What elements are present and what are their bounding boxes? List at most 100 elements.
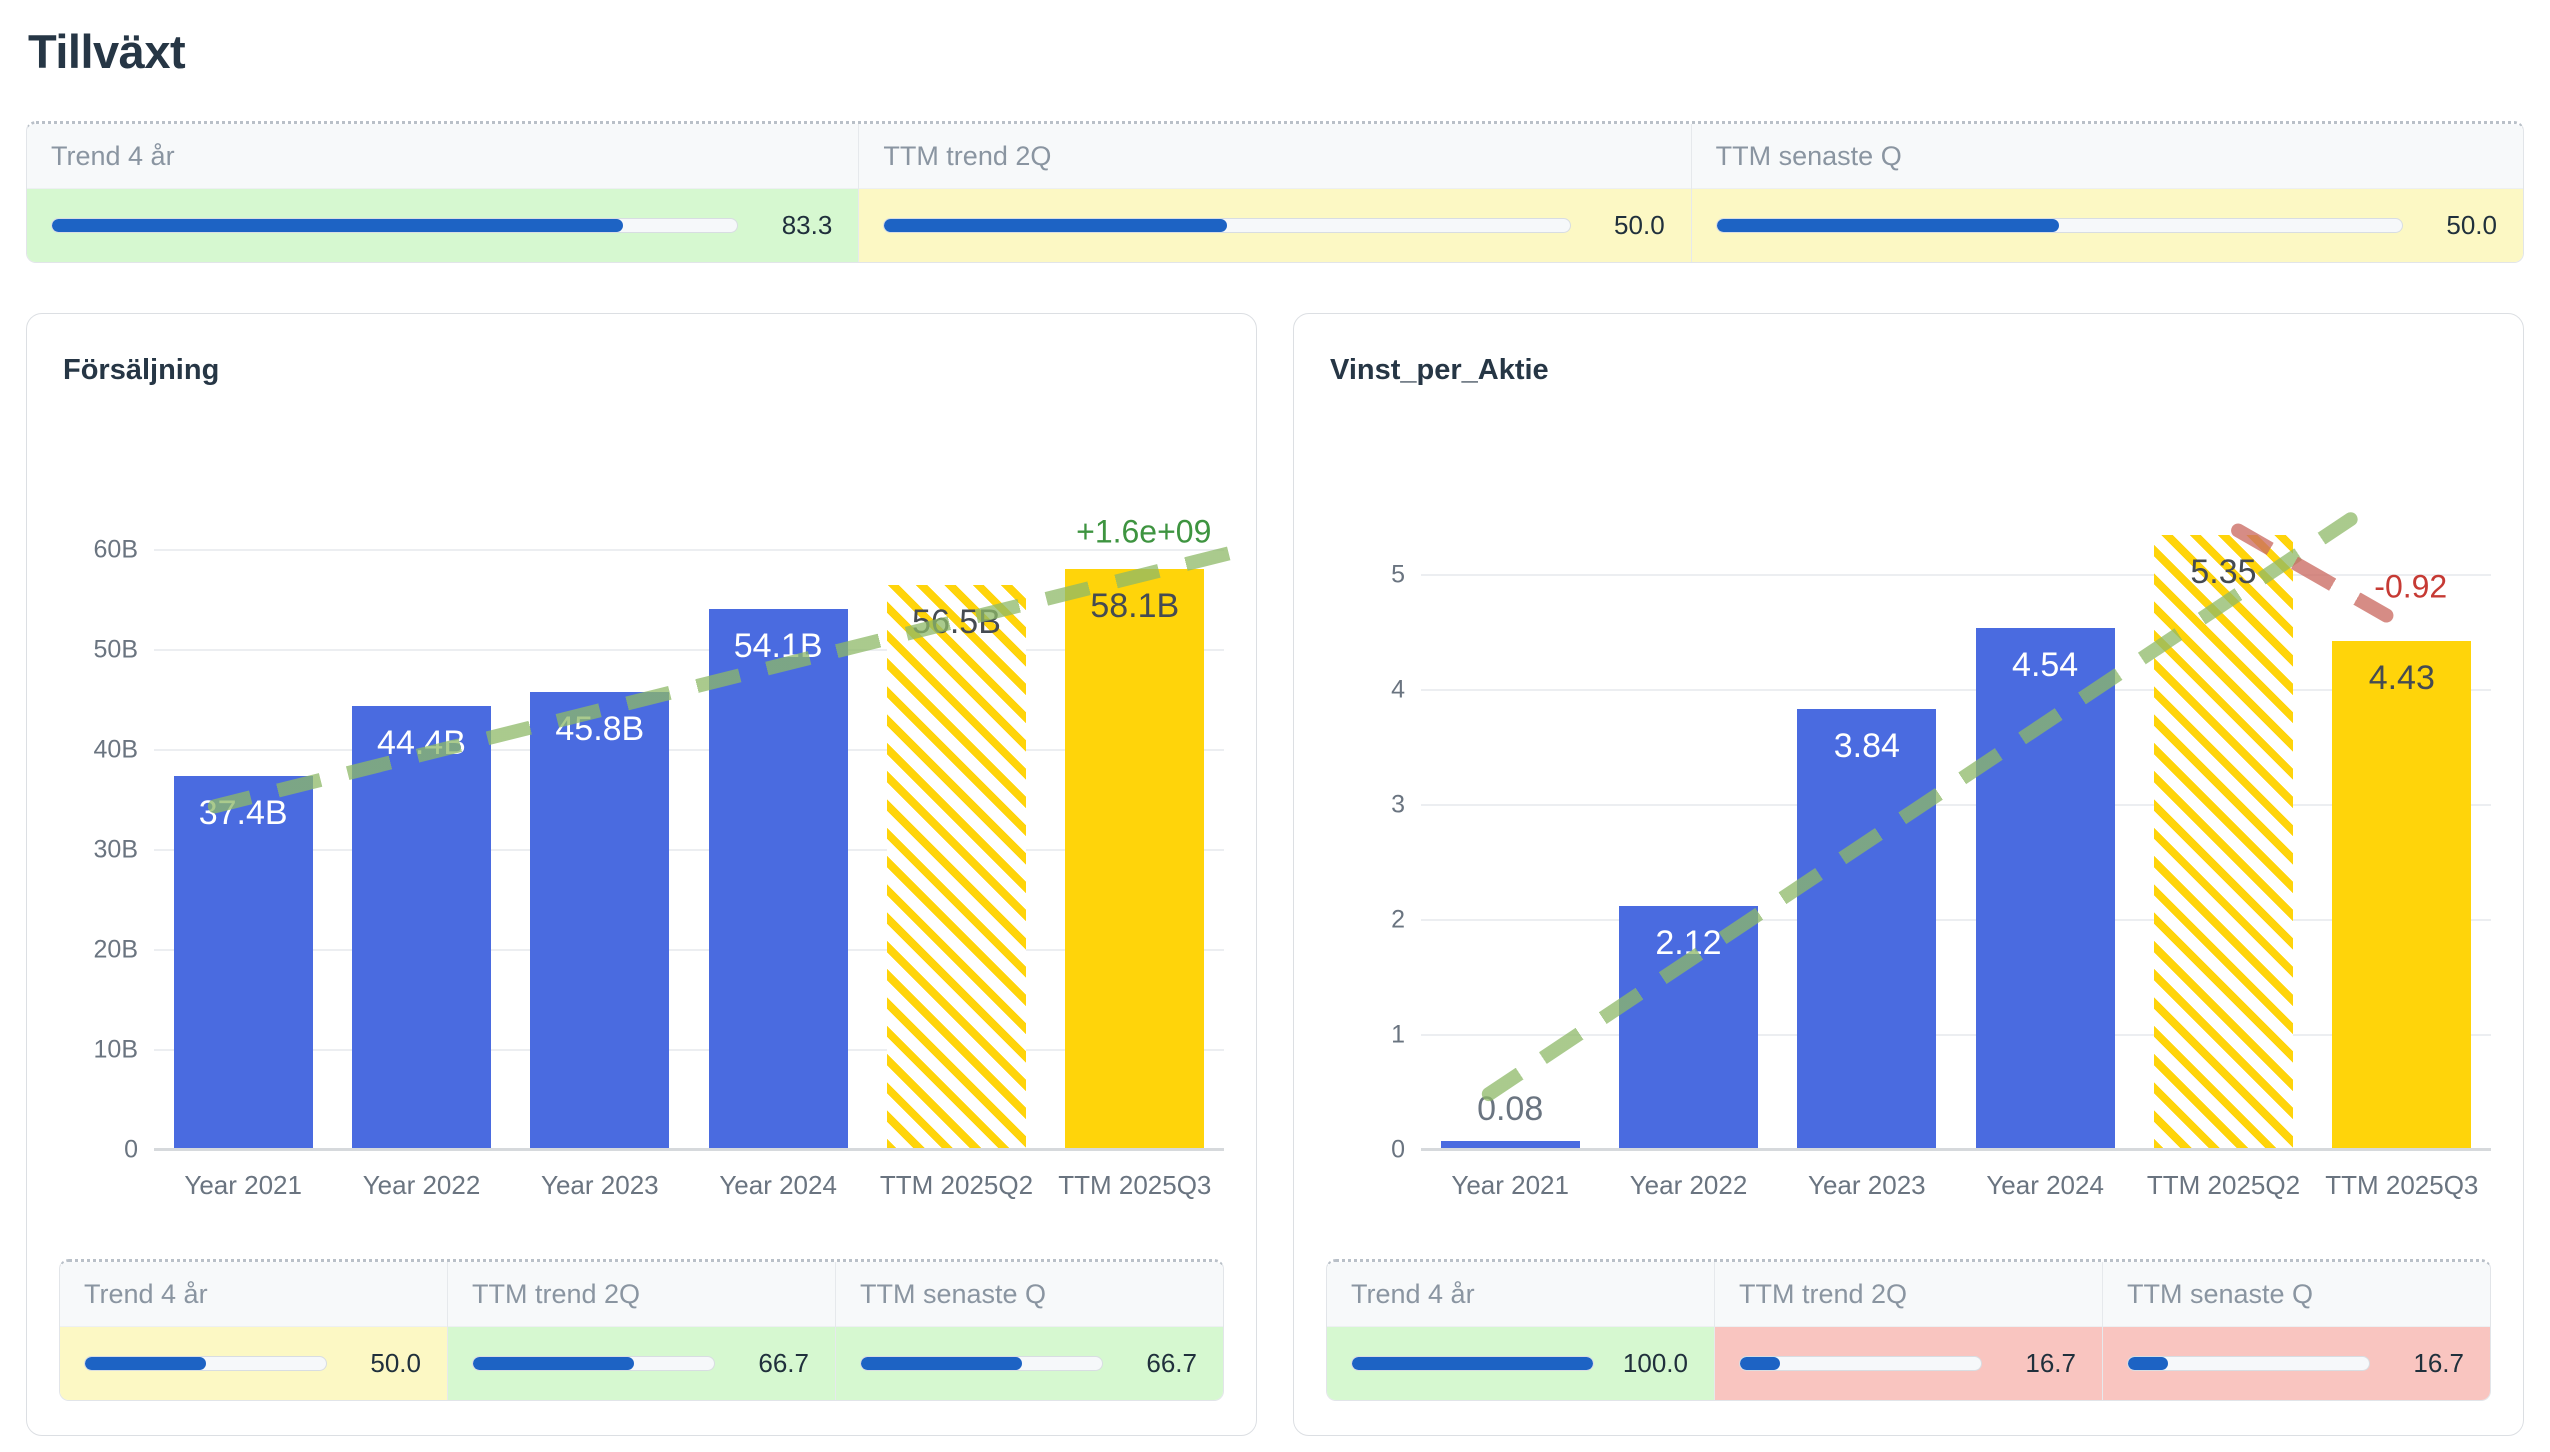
bar-slot: 3.84 (1778, 505, 1956, 1150)
bar-slot: 0.08 (1421, 505, 1599, 1150)
metric-value-row: 16.7 (2103, 1327, 2490, 1400)
x-axis-labels: Year 2021Year 2022Year 2023Year 2024TTM … (154, 1170, 1224, 1201)
metric-value: 66.7 (1125, 1348, 1197, 1379)
trend-annotation: -0.92 (2374, 568, 2447, 605)
bar-ttm-2025q2[interactable]: 56.5B (887, 585, 1026, 1150)
bar-ttm-2025q3[interactable]: 58.1B (1065, 569, 1204, 1150)
metric-label: TTM trend 2Q (1715, 1262, 2102, 1327)
metric-value: 50.0 (349, 1348, 421, 1379)
y-tick-label: 0 (1391, 1136, 1405, 1165)
gridline (154, 1148, 1224, 1151)
chart: 010B20B30B40B50B60B 37.4B44.4B45.8B54.1B… (59, 505, 1224, 1201)
metric-value-row: 66.7 (836, 1327, 1223, 1400)
bar-year-2023[interactable]: 45.8B (530, 692, 669, 1150)
bars-layer: 0.082.123.844.545.354.43 (1421, 505, 2491, 1150)
metric-value: 50.0 (1593, 210, 1665, 241)
metric-cell: TTM trend 2Q66.7 (447, 1262, 835, 1400)
summary-strip: Trend 4 år83.3TTM trend 2Q 50.0 TTM senast… (26, 121, 2524, 263)
x-tick-label: Year 2022 (332, 1170, 510, 1201)
chart: 012345 0.082.123.844.545.354.43-0.92 Yea… (1326, 505, 2491, 1201)
gridline (1421, 1148, 2491, 1151)
metric-cell: TTM trend 2Q 16.7 (1714, 1262, 2102, 1400)
bar-year-2022[interactable]: 2.12 (1619, 906, 1758, 1150)
bar-slot: 5.35 (2134, 505, 2312, 1150)
bar-slot: 54.1B (689, 505, 867, 1150)
bar-value-label: 4.54 (1946, 646, 2145, 685)
bar-value-label: 54.1B (679, 627, 878, 666)
eps-chart-card: Vinst_per_Aktie 012345 0.082.123.844.545… (1293, 313, 2524, 1436)
bar-year-2024[interactable]: 54.1B (709, 609, 848, 1150)
progress-track (51, 218, 738, 233)
bar-value-label: 5.35 (2124, 553, 2323, 592)
bar-value-label: 37.4B (144, 794, 343, 833)
y-tick-label: 50B (94, 636, 138, 665)
bar-slot: 37.4B (154, 505, 332, 1150)
metric-value: 66.7 (737, 1348, 809, 1379)
progress-track (2127, 1356, 2370, 1371)
bar-value-label: 45.8B (500, 710, 699, 749)
metric-label: TTM senaste Q (1692, 124, 2523, 189)
x-tick-label: TTM 2025Q2 (2134, 1170, 2312, 1201)
bar-year-2022[interactable]: 44.4B (352, 706, 491, 1150)
progress-fill (52, 219, 623, 232)
progress-fill (1352, 1357, 1593, 1370)
metric-cell: TTM senaste Q 66.7 (835, 1262, 1223, 1400)
chart-plot-area[interactable]: 0.082.123.844.545.354.43-0.92 (1421, 505, 2491, 1150)
bar-value-label: 3.84 (1767, 727, 1966, 766)
metric-value-row: 83.3 (27, 189, 858, 262)
y-tick-label: 5 (1391, 561, 1405, 590)
bar-year-2021[interactable]: 37.4B (174, 776, 313, 1150)
x-tick-label: TTM 2025Q3 (2313, 1170, 2491, 1201)
metric-label: Trend 4 år (60, 1262, 447, 1327)
progress-track (1716, 218, 2403, 233)
bar-value-label: 56.5B (857, 603, 1056, 642)
y-axis: 012345 (1326, 505, 1421, 1150)
chart-cards-row: Försäljning 010B20B30B40B50B60B 37.4B44.… (26, 313, 2524, 1436)
metric-value: 16.7 (2004, 1348, 2076, 1379)
y-tick-label: 20B (94, 936, 138, 965)
bar-slot: 56.5B (867, 505, 1045, 1150)
metrics-table: Trend 4 år 100.0 TTM trend 2Q 16.7 TTM senas… (1326, 1259, 2491, 1401)
progress-fill (861, 1357, 1022, 1370)
bar-slot: 58.1B (1046, 505, 1224, 1150)
progress-track (1351, 1356, 1594, 1371)
metric-value: 100.0 (1616, 1348, 1688, 1379)
metric-value-row: 50.0 (1692, 189, 2523, 262)
metric-label: TTM trend 2Q (859, 124, 1690, 189)
x-tick-label: TTM 2025Q3 (1046, 1170, 1224, 1201)
metrics-table: Trend 4 år 50.0 TTM trend 2Q66.7TTM senast… (59, 1259, 1224, 1401)
x-axis-labels: Year 2021Year 2022Year 2023Year 2024TTM … (1421, 1170, 2491, 1201)
metric-value-row: 66.7 (448, 1327, 835, 1400)
bar-value-label: 0.08 (1411, 1090, 1610, 1129)
bar-year-2024[interactable]: 4.54 (1976, 628, 2115, 1150)
y-tick-label: 40B (94, 736, 138, 765)
x-tick-label: Year 2023 (1778, 1170, 1956, 1201)
metric-label: TTM senaste Q (2103, 1262, 2490, 1327)
y-tick-label: 60B (94, 536, 138, 565)
progress-fill (473, 1357, 634, 1370)
bar-slot: 44.4B (332, 505, 510, 1150)
bar-ttm-2025q2[interactable]: 5.35 (2154, 535, 2293, 1150)
y-tick-label: 1 (1391, 1021, 1405, 1050)
y-axis: 010B20B30B40B50B60B (59, 505, 154, 1150)
bar-value-label: 2.12 (1589, 924, 1788, 963)
progress-fill (1717, 219, 2060, 232)
y-tick-label: 4 (1391, 676, 1405, 705)
bar-slot: 45.8B (511, 505, 689, 1150)
x-tick-label: Year 2022 (1599, 1170, 1777, 1201)
metric-value: 50.0 (2425, 210, 2497, 241)
metric-label: Trend 4 år (1327, 1262, 1714, 1327)
progress-track (84, 1356, 327, 1371)
metric-label: TTM senaste Q (836, 1262, 1223, 1327)
metric-value: 16.7 (2392, 1348, 2464, 1379)
bar-year-2023[interactable]: 3.84 (1797, 709, 1936, 1150)
metric-cell: Trend 4 år 100.0 (1327, 1262, 1714, 1400)
y-tick-label: 10B (94, 1036, 138, 1065)
progress-track (1739, 1356, 1982, 1371)
metric-value-row: 50.0 (60, 1327, 447, 1400)
chart-title: Vinst_per_Aktie (1330, 354, 2491, 387)
chart-plot-area[interactable]: 37.4B44.4B45.8B54.1B56.5B58.1B+1.6e+09 (154, 505, 1224, 1150)
metric-label: Trend 4 år (27, 124, 858, 189)
bar-ttm-2025q3[interactable]: 4.43 (2332, 641, 2471, 1150)
trend-annotation: +1.6e+09 (1076, 514, 1211, 551)
